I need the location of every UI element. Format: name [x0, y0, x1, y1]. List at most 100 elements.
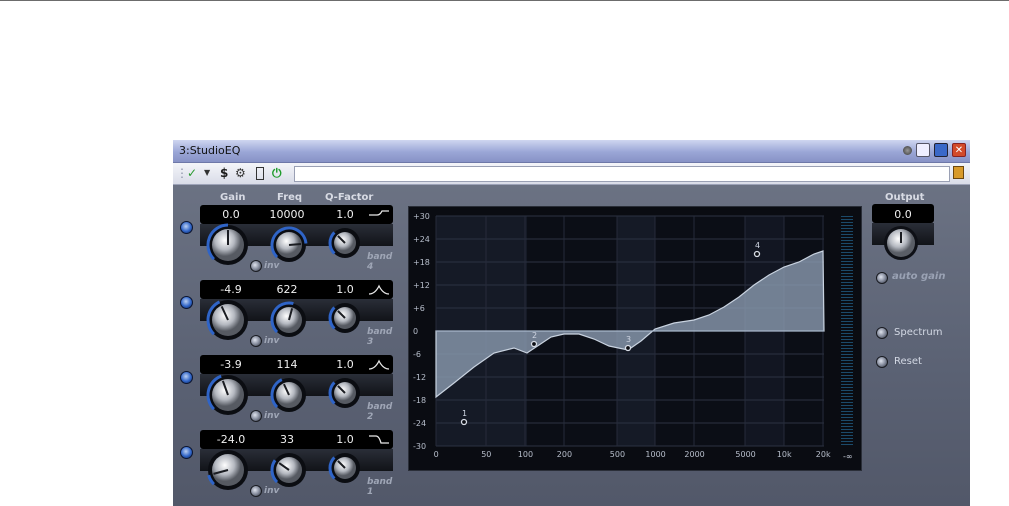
band-freq-value: 114: [276, 358, 298, 371]
x-tick-label: 200: [557, 450, 572, 459]
reset-button[interactable]: [876, 356, 888, 368]
band-handle-label: 2: [532, 331, 537, 340]
invert-button[interactable]: [250, 335, 262, 347]
q-knob[interactable]: [328, 226, 362, 264]
y-tick-label: +12: [413, 281, 430, 290]
y-tick-label: +18: [413, 258, 430, 267]
y-tick-label: +30: [413, 212, 430, 221]
band-3-enable-button[interactable]: [180, 296, 193, 309]
y-tick-label: +6: [413, 304, 425, 313]
invert-button[interactable]: [250, 410, 262, 422]
gain-knob-0[interactable]: [206, 223, 250, 267]
band-2-enable-button[interactable]: [180, 371, 193, 384]
gain-knob-2[interactable]: [206, 373, 250, 417]
filter-shape-icon[interactable]: [368, 283, 390, 296]
freq-knob-1[interactable]: [270, 301, 308, 339]
auto-gain-button[interactable]: [876, 272, 888, 284]
record-dot-icon[interactable]: [903, 145, 912, 155]
gain-knob-3[interactable]: [206, 448, 250, 492]
filter-shape-icon[interactable]: [368, 358, 390, 371]
q-knob[interactable]: [328, 301, 362, 339]
band-handle-2[interactable]: [530, 340, 538, 348]
spectrum-button[interactable]: [876, 327, 888, 339]
invert-label: inv: [264, 486, 280, 496]
filter-shape-icon[interactable]: [368, 433, 390, 446]
freq-knob-3[interactable]: [270, 451, 308, 489]
band-label: band 1: [367, 477, 393, 497]
q-knob-3[interactable]: [328, 451, 362, 485]
filter-shape-icon[interactable]: [368, 208, 390, 221]
y-tick-label: 0: [413, 327, 418, 336]
meter-floor-label: -∞: [843, 452, 853, 461]
invert-label: inv: [264, 411, 280, 421]
minimize-icon[interactable]: [934, 143, 948, 157]
invert-button[interactable]: [250, 485, 262, 497]
bracket-icon[interactable]: [256, 167, 264, 180]
preset-field[interactable]: [294, 166, 950, 182]
x-tick-label: 2000: [684, 450, 704, 459]
invert-button[interactable]: [250, 260, 262, 272]
auto-gain-label: auto gain: [892, 271, 946, 282]
band-handle-1[interactable]: [460, 418, 468, 426]
band-freq-value: 33: [280, 433, 294, 446]
x-tick-label: 50: [481, 450, 491, 459]
q-knob-2[interactable]: [328, 376, 362, 410]
book-icon[interactable]: [953, 166, 964, 179]
band-handle-label: 3: [626, 335, 631, 344]
gain-knob[interactable]: [206, 298, 250, 346]
band-handle-3[interactable]: [624, 344, 632, 352]
band-label: band 2: [367, 402, 393, 422]
freq-knob-0[interactable]: [270, 226, 308, 264]
band-gain-value: -4.9: [220, 283, 242, 296]
band-q-value: 1.0: [336, 208, 354, 221]
invert-label: inv: [264, 336, 280, 346]
window-controls: ✕: [903, 143, 966, 157]
band-1-strip: -24.0 33 1.0 inv band 1: [200, 430, 395, 497]
output-knob-icon[interactable]: [881, 223, 921, 263]
checkmark-icon[interactable]: ✓: [187, 166, 197, 180]
gain-knob-1[interactable]: [206, 298, 250, 342]
freq-knob-2[interactable]: [270, 376, 308, 414]
x-tick-label: 500: [610, 450, 625, 459]
gain-knob[interactable]: [206, 373, 250, 421]
band-freq-value: 622: [276, 283, 298, 296]
eq-curve-display[interactable]: +30 +24 +18 +12 +6 0 -6 -12 -18 -24 -30 0 50 100 200 50…: [408, 206, 862, 471]
x-tick-label: 0: [434, 450, 439, 459]
band-4-enable-button[interactable]: [180, 221, 193, 234]
y-tick-label: -18: [413, 396, 426, 405]
band-1-enable-button[interactable]: [180, 446, 193, 459]
output-value: 0.0: [894, 208, 912, 221]
q-knob-0[interactable]: [328, 226, 362, 260]
q-knob[interactable]: [328, 451, 362, 489]
output-knob[interactable]: [881, 223, 921, 267]
gain-knob[interactable]: [206, 223, 250, 271]
q-knob-1[interactable]: [328, 301, 362, 335]
band-q-value: 1.0: [336, 433, 354, 446]
band-q-value: 1.0: [336, 283, 354, 296]
band-handle-4[interactable]: [753, 250, 761, 258]
dollar-icon[interactable]: $: [220, 166, 228, 180]
settings-icon[interactable]: ⚙: [235, 166, 246, 180]
eq-graph-svg[interactable]: +30 +24 +18 +12 +6 0 -6 -12 -18 -24 -30 0 50 100 200 50…: [409, 207, 861, 470]
studioeq-window: 3:StudioEQ ✕ ⋮ ✓ ▼ $ ⚙ ⏻ Gain Freq Q-Fac…: [173, 140, 970, 506]
gain-header: Gain: [220, 192, 246, 203]
dropdown-arrow-icon[interactable]: ▼: [204, 166, 210, 180]
y-tick-label: +24: [413, 235, 430, 244]
band-q-value: 1.0: [336, 358, 354, 371]
y-tick-label: -6: [413, 350, 421, 359]
power-icon[interactable]: ⏻: [272, 166, 282, 180]
close-icon[interactable]: ✕: [952, 143, 966, 157]
q-knob[interactable]: [328, 376, 362, 414]
freq-header: Freq: [277, 192, 303, 203]
title-bar: 3:StudioEQ ✕: [173, 140, 970, 163]
x-tick-label: 5000: [735, 450, 755, 459]
gain-knob[interactable]: [206, 448, 250, 496]
band-3-strip: -4.9 622 1.0 inv band 3: [200, 280, 395, 347]
x-tick-label: 10k: [777, 450, 792, 459]
band-freq-value: 10000: [269, 208, 305, 221]
page-top-rule: [0, 0, 1009, 1]
y-tick-label: -12: [413, 373, 426, 382]
window-title: 3:StudioEQ: [179, 144, 241, 157]
x-tick-label: 100: [518, 450, 533, 459]
keyboard-icon[interactable]: [916, 143, 930, 157]
